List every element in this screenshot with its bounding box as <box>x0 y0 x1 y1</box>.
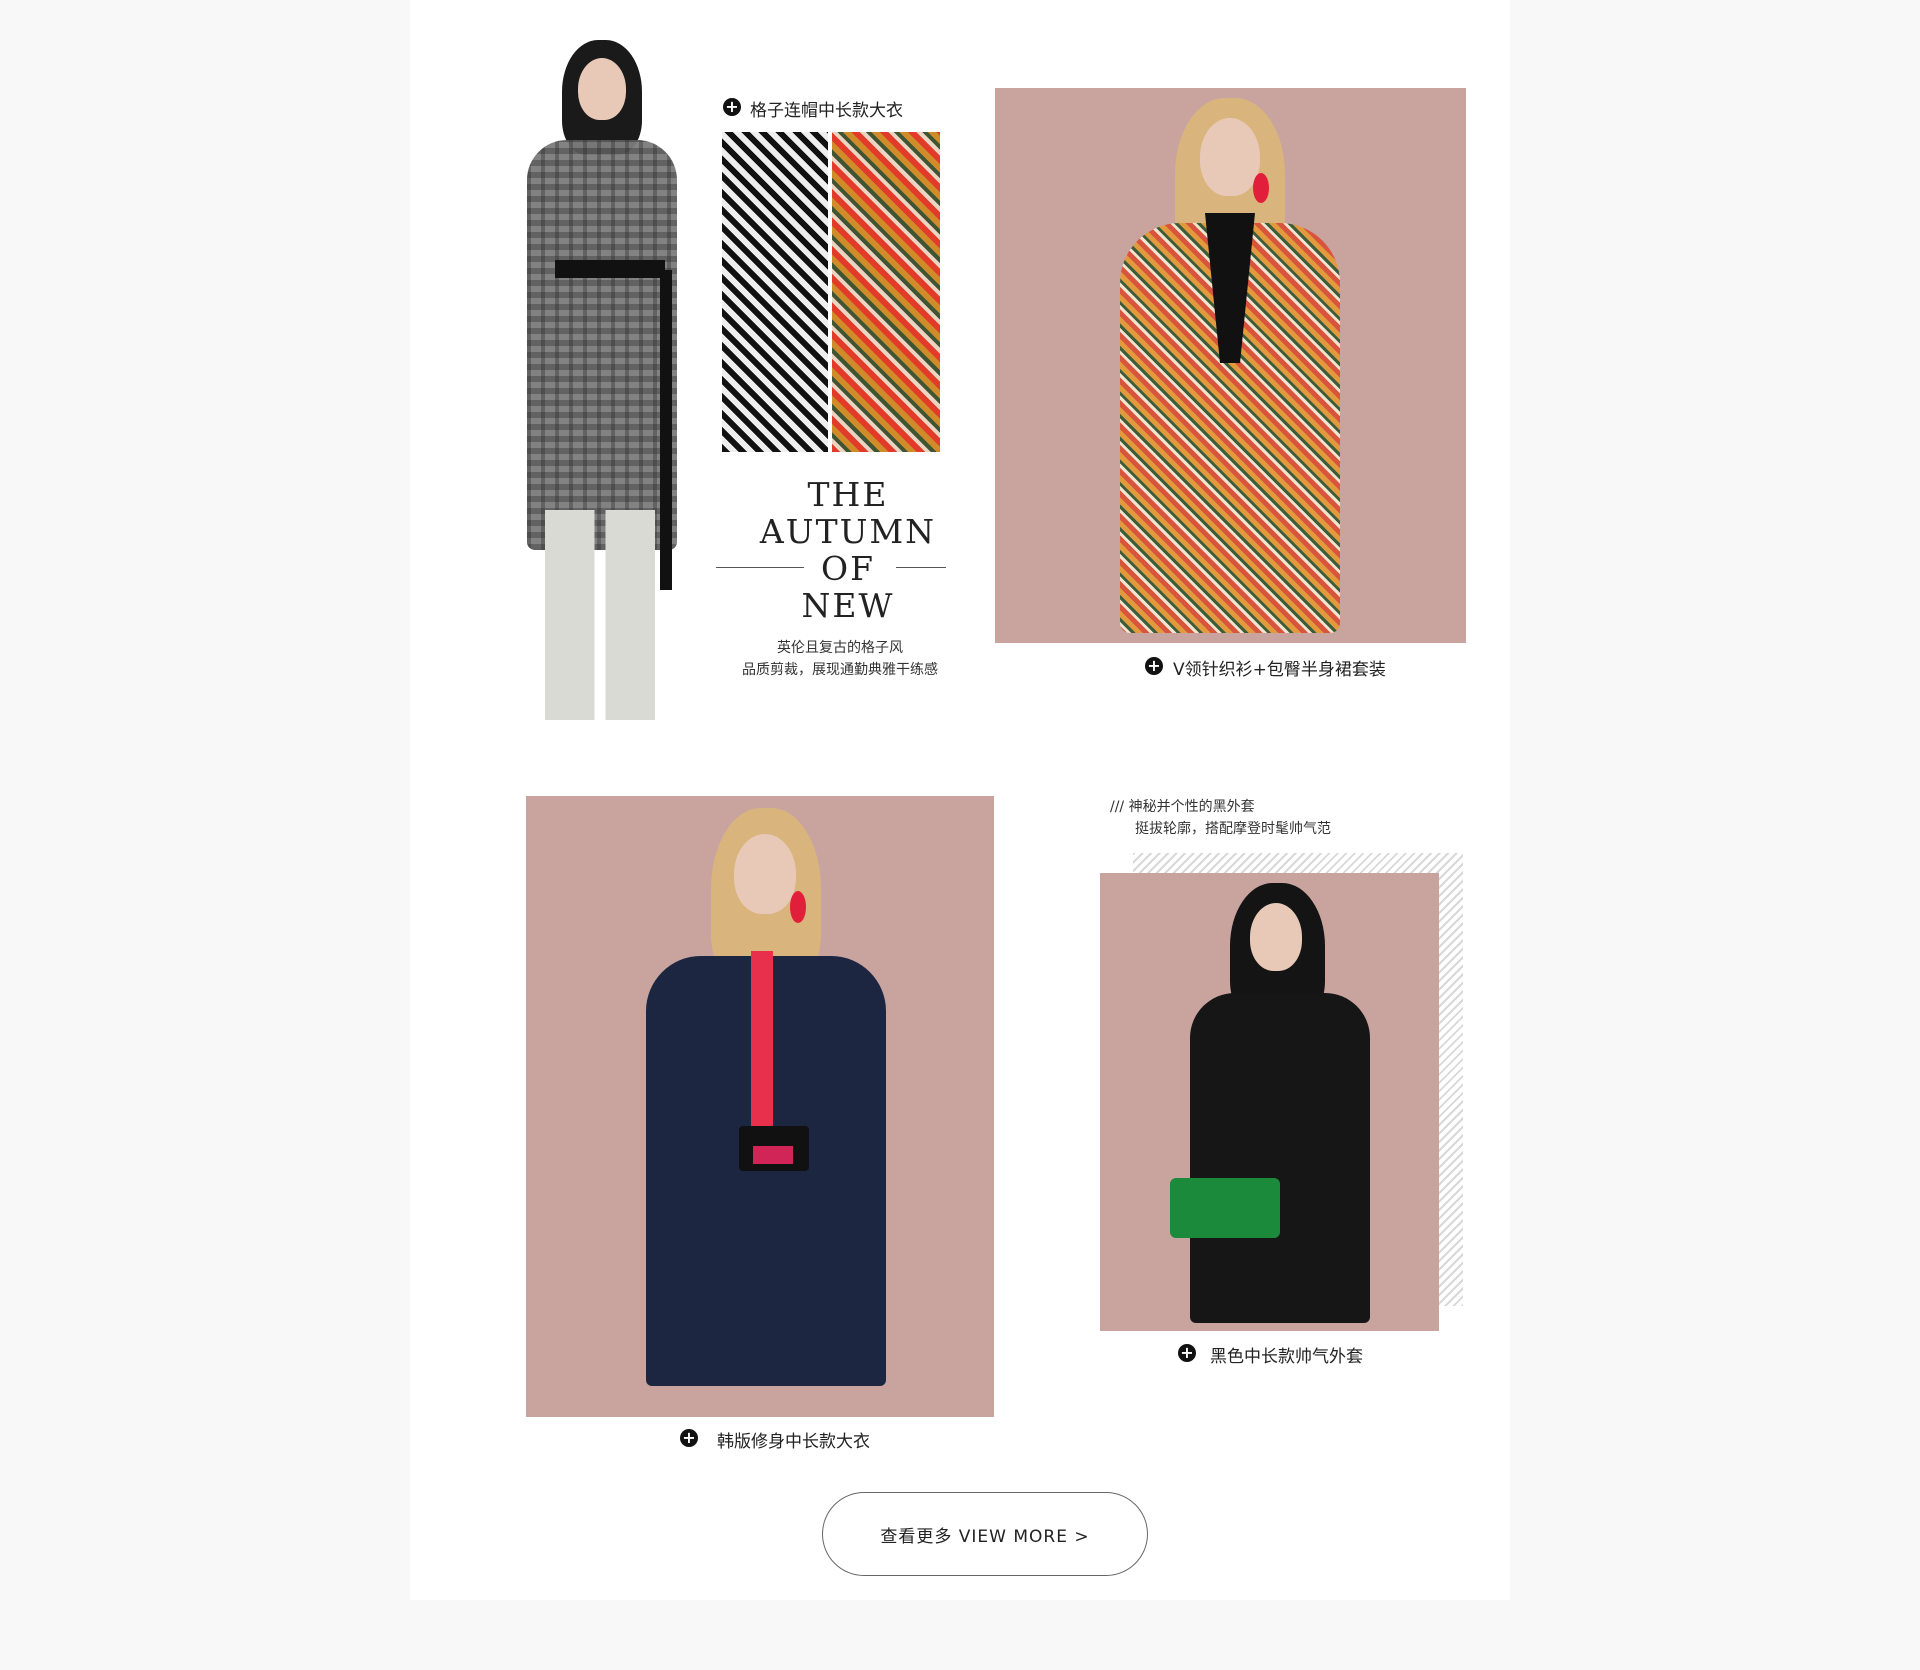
model-face <box>578 58 626 120</box>
navy-coat-title[interactable]: 韩版修身中长款大衣 <box>717 1427 870 1452</box>
plaid-coat-model-image[interactable] <box>515 40 695 720</box>
note-line-1: /// 神秘并个性的黑外套 <box>1110 799 1255 815</box>
tweed-set-title[interactable]: V领针织衫+包臀半身裙套装 <box>1173 655 1386 680</box>
white-boots <box>545 510 655 720</box>
colorful-plaid-swatch <box>832 132 940 452</box>
belt-strap <box>660 270 672 590</box>
black-jacket-title[interactable]: 黑色中长款帅气外套 <box>1210 1342 1363 1367</box>
plus-icon[interactable]: + <box>1145 657 1163 675</box>
headline-line-2: AUTUMN <box>759 512 937 551</box>
plus-icon[interactable]: + <box>723 98 741 116</box>
headline-line-1: THE <box>807 475 889 514</box>
red-earring <box>790 891 806 923</box>
headline-rule-right <box>896 567 946 568</box>
description-line-1: 英伦且复古的格子风 <box>777 640 903 656</box>
model-face <box>734 834 796 914</box>
coat-belt <box>555 260 665 278</box>
plus-icon[interactable]: + <box>680 1429 698 1447</box>
houndstooth-swatch <box>722 132 828 452</box>
description-line-2: 品质剪裁，展现通勤典雅干练感 <box>742 662 938 678</box>
tweed-set-model-image[interactable] <box>995 88 1466 643</box>
bag-accent <box>753 1146 793 1164</box>
view-more-button[interactable]: 查看更多 VIEW MORE > <box>822 1492 1148 1576</box>
red-earring <box>1253 173 1269 203</box>
green-clutch <box>1170 1178 1280 1238</box>
model-face <box>1250 903 1302 971</box>
plaid-coat-title[interactable]: 格子连帽中长款大衣 <box>750 96 903 121</box>
note-line-2: 挺拔轮廓，搭配摩登时髦帅气范 <box>1135 821 1331 837</box>
black-jacket <box>1190 993 1370 1323</box>
black-jacket-model-image[interactable] <box>1100 873 1439 1331</box>
coat-grid-overlay <box>527 140 677 550</box>
model-face <box>1200 118 1260 196</box>
headline-line-3: OF <box>821 549 875 588</box>
headline-line-4: NEW <box>801 586 895 625</box>
navy-coat-model-image[interactable] <box>526 796 994 1417</box>
plus-icon[interactable]: + <box>1178 1344 1196 1362</box>
